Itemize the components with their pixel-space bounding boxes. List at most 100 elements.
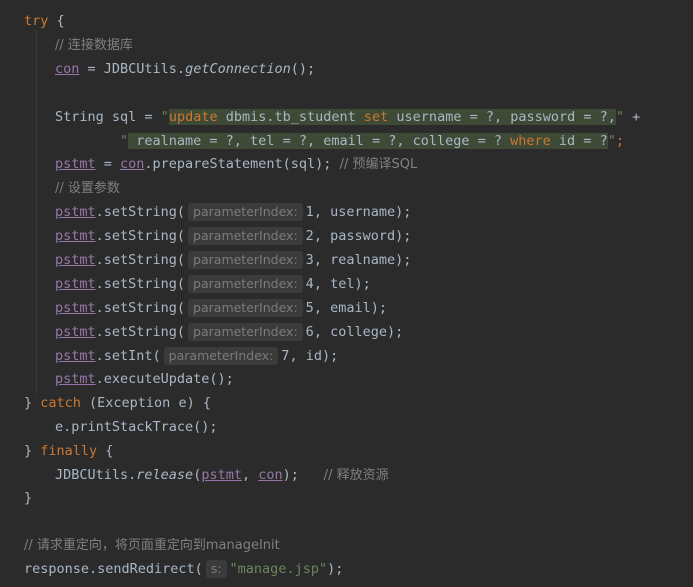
code-line-setter[interactable]: pstmt.setString(parameterIndex: 1, userna… (0, 202, 411, 222)
code-text: .executeUpdate(); (95, 371, 234, 387)
var-pstmt: pstmt (55, 228, 96, 244)
code-text: } (24, 395, 41, 411)
comment-redirect: // 请求重定向，将页面重定向到manageInit (24, 538, 280, 553)
code-text: , tel); (313, 276, 371, 292)
code-text: ); (327, 561, 344, 577)
code-editor[interactable]: try { // 连接数据库 con = JDBCUtils.getConnec… (0, 0, 693, 587)
var-pstmt: pstmt (55, 348, 96, 364)
code-text: ); (282, 467, 299, 483)
code-text: , username); (313, 204, 412, 220)
code-line-4[interactable]: String sql = "update dbmis.tb_student se… (0, 107, 640, 127)
code-text: (); (290, 61, 316, 77)
var-pstmt: pstmt (55, 371, 96, 387)
code-line-setter[interactable]: pstmt.setString(parameterIndex: 3, realna… (0, 250, 411, 270)
code-line-3[interactable]: con = JDBCUtils.getConnection(); (0, 59, 315, 79)
code-text: String sql = (55, 109, 161, 125)
sql-keyword-update: update (168, 109, 218, 125)
param-hint: parameterIndex: (188, 251, 303, 269)
code-text: , email); (313, 300, 387, 316)
code-text: { (97, 443, 114, 459)
sql-keyword-set: set (363, 109, 389, 125)
string-quote: " (615, 109, 625, 125)
code-line-23[interactable]: response.sendRedirect(s: "manage.jsp"); (0, 559, 343, 579)
code-text: , (241, 467, 259, 483)
string-quote: " (120, 133, 129, 149)
code-line-setter[interactable]: pstmt.setInt(parameterIndex: 7, id); (0, 346, 338, 366)
code-text: , college); (313, 324, 404, 340)
param-hint: parameterIndex: (188, 275, 303, 293)
code-text: .prepareStatement(sql); (144, 156, 332, 172)
code-line-5[interactable]: " realname = ?, tel = ?, email = ?, coll… (0, 131, 624, 151)
code-line-15[interactable]: pstmt.executeUpdate(); (0, 369, 234, 389)
code-text: JDBCUtils. (55, 467, 137, 483)
sql-text: dbmis.tb_student (217, 109, 364, 125)
code-line-18[interactable]: } finally { (0, 441, 113, 461)
comment-set-params: // 设置参数 (55, 181, 120, 196)
param-hint: s: (205, 560, 227, 578)
code-text: { (48, 13, 65, 29)
code-line-17[interactable]: e.printStackTrace(); (0, 417, 218, 437)
keyword-catch: catch (40, 395, 81, 411)
keyword-try: try (24, 13, 49, 29)
method-release: release (136, 467, 194, 483)
code-text: } (24, 490, 33, 506)
comment-connect-db: // 连接数据库 (55, 38, 133, 53)
code-text: } (24, 443, 41, 459)
code-line-setter[interactable]: pstmt.setString(parameterIndex: 6, colleg… (0, 322, 403, 342)
var-pstmt: pstmt (55, 300, 96, 316)
param-index-value: 3 (305, 252, 314, 268)
code-line-19[interactable]: JDBCUtils.release(pstmt, con); // 释放资源 (0, 465, 389, 485)
var-pstmt: pstmt (55, 252, 96, 268)
var-con: con (120, 156, 145, 172)
code-text: , password); (313, 228, 412, 244)
sql-fragment-1: update dbmis.tb_student set username = ?… (168, 109, 616, 125)
code-text: (Exception e) { (80, 395, 211, 411)
code-text: + (624, 109, 641, 125)
code-text: .setInt( (95, 348, 161, 364)
param-index-value: 1 (305, 204, 314, 220)
code-text: = (95, 156, 121, 172)
code-line-7[interactable]: // 设置参数 (0, 178, 120, 198)
param-hint: parameterIndex: (188, 299, 303, 317)
sql-text: username = ?, password = ?, (388, 109, 616, 125)
param-hint: parameterIndex: (163, 347, 279, 365)
string-quote: " (607, 133, 616, 149)
var-pstmt: pstmt (201, 467, 242, 483)
code-text: .setString( (95, 300, 186, 316)
comment-release: // 释放资源 (298, 468, 389, 483)
param-hint: parameterIndex: (188, 203, 303, 221)
comment-precompile: // 预编译SQL (331, 157, 418, 172)
code-text: .setString( (95, 228, 186, 244)
param-index-value: 6 (305, 324, 314, 340)
var-pstmt: pstmt (55, 204, 96, 220)
param-index-value: 4 (305, 276, 314, 292)
sql-text: id = ? (550, 133, 608, 149)
code-line-20[interactable]: } (0, 488, 32, 508)
param-hint: parameterIndex: (188, 227, 303, 245)
var-pstmt: pstmt (55, 276, 96, 292)
sql-fragment-2: realname = ?, tel = ?, email = ?, colleg… (128, 133, 608, 149)
var-con: con (258, 467, 283, 483)
code-line-setter[interactable]: pstmt.setString(parameterIndex: 5, email)… (0, 298, 387, 318)
code-line-6[interactable]: pstmt = con.prepareStatement(sql); // 预编… (0, 154, 417, 174)
var-pstmt: pstmt (55, 324, 96, 340)
var-con: con (55, 61, 80, 77)
code-text: .setString( (95, 324, 186, 340)
var-pstmt: pstmt (55, 156, 96, 172)
code-line-setter[interactable]: pstmt.setString(parameterIndex: 4, tel); (0, 274, 371, 294)
code-line-2[interactable]: // 连接数据库 (0, 35, 133, 55)
code-text: .setString( (95, 252, 186, 268)
code-line-1[interactable]: try { (0, 11, 65, 31)
code-text: .setString( (95, 204, 186, 220)
code-line-16[interactable]: } catch (Exception e) { (0, 393, 211, 413)
code-text: response.sendRedirect( (24, 561, 203, 577)
param-index-value: 2 (305, 228, 314, 244)
code-line-22[interactable]: // 请求重定向，将页面重定向到manageInit (0, 535, 280, 555)
code-text: , id); (289, 348, 339, 364)
code-line-setter[interactable]: pstmt.setString(parameterIndex: 2, passwo… (0, 226, 411, 246)
string-literal: "manage.jsp" (229, 561, 328, 577)
code-text: .setString( (95, 276, 186, 292)
sql-keyword-where: where (510, 133, 551, 149)
code-text: , realname); (313, 252, 412, 268)
param-hint: parameterIndex: (188, 323, 303, 341)
